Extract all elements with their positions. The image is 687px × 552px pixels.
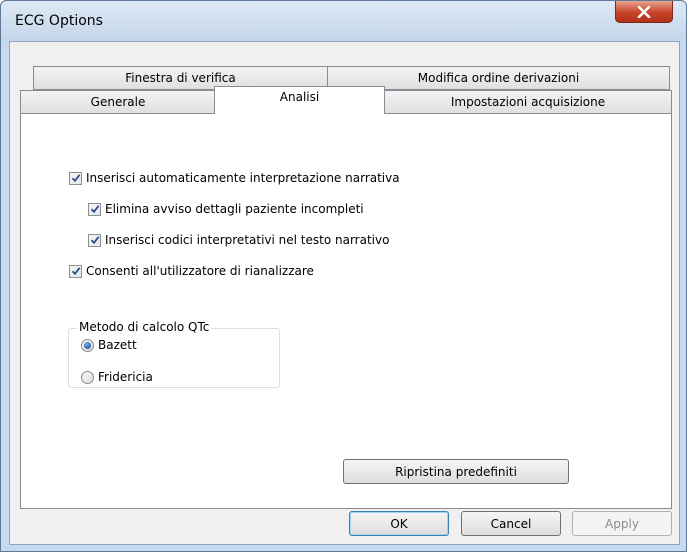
- tab-generale[interactable]: Generale: [20, 90, 216, 114]
- tab-label: Finestra di verifica: [125, 71, 236, 85]
- radio-bazett[interactable]: [81, 338, 94, 352]
- window-title: ECG Options: [15, 13, 103, 29]
- interpretive-codes-checkbox[interactable]: [88, 233, 101, 247]
- suppress-warning-checkbox[interactable]: [88, 202, 101, 216]
- checkmark-icon: [71, 174, 80, 183]
- checkbox-label: Elimina avviso dettagli paziente incompl…: [105, 202, 364, 216]
- qtc-method-legend: Metodo di calcolo QTc: [77, 320, 212, 334]
- radio-bazett-row[interactable]: Bazett: [81, 338, 137, 352]
- tab-label: Analisi: [279, 90, 320, 104]
- interpretive-codes-checkbox-row[interactable]: Inserisci codici interpretativi nel test…: [88, 233, 389, 247]
- dialog-window: ECG Options Finestra di verifica Modific…: [0, 0, 687, 552]
- radio-fridericia[interactable]: [81, 370, 94, 384]
- tab-label: Generale: [90, 95, 146, 109]
- radio-label: Bazett: [98, 338, 137, 352]
- suppress-warning-checkbox-row[interactable]: Elimina avviso dettagli paziente incompl…: [88, 202, 364, 216]
- cancel-button[interactable]: Cancel: [461, 511, 561, 536]
- allow-reanalyze-checkbox[interactable]: [69, 264, 82, 278]
- auto-narrative-checkbox-row[interactable]: Inserisci automaticamente interpretazion…: [69, 171, 400, 185]
- allow-reanalyze-checkbox-row[interactable]: Consenti all'utilizzatore di rianalizzar…: [69, 264, 314, 278]
- ok-button[interactable]: OK: [349, 511, 449, 536]
- checkmark-icon: [71, 267, 80, 276]
- tab-label: Modifica ordine derivazioni: [417, 71, 580, 85]
- tab-analisi[interactable]: Analisi: [214, 86, 385, 114]
- radio-fridericia-row[interactable]: Fridericia: [81, 370, 153, 384]
- checkbox-label: Inserisci automaticamente interpretazion…: [86, 171, 400, 185]
- auto-narrative-checkbox[interactable]: [69, 171, 82, 185]
- checkmark-icon: [90, 205, 99, 214]
- checkmark-icon: [90, 236, 99, 245]
- tab-label: Impostazioni acquisizione: [450, 95, 606, 109]
- checkbox-label: Consenti all'utilizzatore di rianalizzar…: [86, 264, 314, 278]
- checkbox-label: Inserisci codici interpretativi nel test…: [105, 233, 390, 247]
- tab-impostazioni-acquisizione[interactable]: Impostazioni acquisizione: [384, 90, 672, 114]
- restore-defaults-button[interactable]: Ripristina predefiniti: [343, 459, 569, 484]
- apply-button[interactable]: Apply: [572, 511, 672, 536]
- close-button[interactable]: [615, 1, 673, 23]
- radio-label: Fridericia: [98, 370, 153, 384]
- title-bar[interactable]: ECG Options: [1, 1, 686, 41]
- close-icon: [637, 5, 651, 18]
